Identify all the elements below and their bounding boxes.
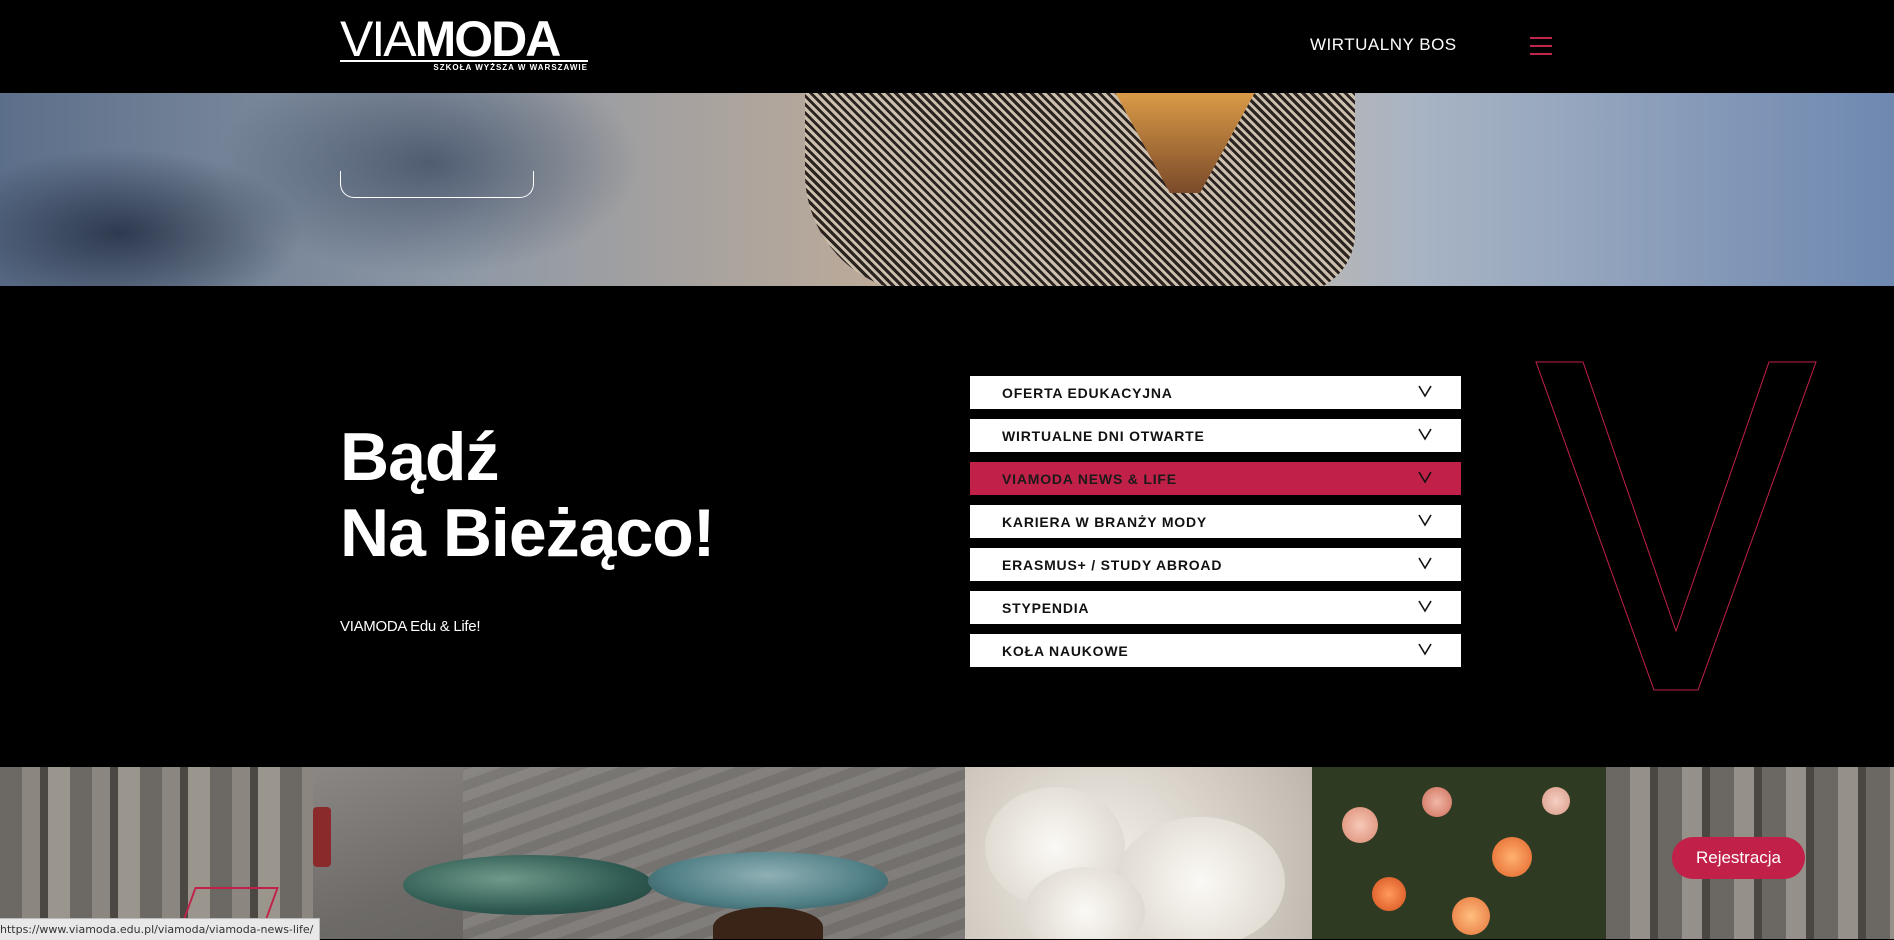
logo-wordmark: VIAMODA: [340, 11, 562, 67]
rose-flower: [1492, 837, 1532, 877]
photo-roses[interactable]: [1312, 767, 1606, 939]
logo-moda: MODA: [414, 11, 562, 67]
rose-flower: [1542, 787, 1570, 815]
nav-wirtualny-bos-link[interactable]: WIRTUALNY BOS: [1310, 35, 1457, 55]
accordion-item-label: VIAMODA NEWS & LIFE: [1002, 471, 1177, 487]
section-heading: Bądź Na Bieżąco!: [340, 419, 715, 571]
accordion-item-label: WIRTUALNE DNI OTWARTE: [1002, 428, 1205, 444]
accordion-item-kariera-w-branzy-mody[interactable]: KARIERA W BRANŻY MODY: [970, 505, 1461, 538]
chevron-down-icon: [1418, 385, 1432, 398]
photo-hats-models[interactable]: [313, 767, 965, 939]
site-header: VIAMODA SZKOŁA WYŻSZA W WARSZAWIE WIRTUA…: [0, 0, 1894, 93]
heading-line-2: Na Bieżąco!: [340, 495, 715, 571]
topics-accordion: OFERTA EDUKACYJNA WIRTUALNE DNI OTWARTE …: [970, 376, 1461, 677]
viamoda-logo[interactable]: VIAMODA SZKOŁA WYŻSZA W WARSZAWIE: [340, 14, 590, 76]
chevron-down-icon: [1418, 600, 1432, 613]
accordion-item-erasmus-study-abroad[interactable]: ERASMUS+ / STUDY ABROAD: [970, 548, 1461, 581]
accordion-item-label: STYPENDIA: [1002, 600, 1090, 616]
accordion-item-label: OFERTA EDUKACYJNA: [1002, 385, 1173, 401]
accordion-item-stypendia[interactable]: STYPENDIA: [970, 591, 1461, 624]
accordion-item-kola-naukowe[interactable]: KOŁA NAUKOWE: [970, 634, 1461, 667]
heading-line-1: Bądź: [340, 419, 499, 495]
rose-flower: [1372, 877, 1406, 911]
photo-concrete-pillars-left[interactable]: [0, 767, 313, 939]
section-subtitle: VIAMODA Edu & Life!: [340, 618, 481, 635]
photo-gallery-strip: [0, 767, 1894, 939]
accordion-item-oferta-edukacyjna[interactable]: OFERTA EDUKACYJNA: [970, 376, 1461, 409]
photo-model-face: [713, 907, 823, 939]
photo-floral-hat-1: [403, 855, 653, 915]
chevron-down-icon: [1418, 557, 1432, 570]
rose-flower: [1422, 787, 1452, 817]
accordion-item-label: KOŁA NAUKOWE: [1002, 643, 1129, 659]
accordion-item-label: KARIERA W BRANŻY MODY: [1002, 514, 1208, 530]
accordion-item-wirtualne-dni-otwarte[interactable]: WIRTUALNE DNI OTWARTE: [970, 419, 1461, 452]
news-section: Bądź Na Bieżąco! VIAMODA Edu & Life! OFE…: [0, 286, 1894, 767]
chevron-down-icon: [1418, 643, 1432, 656]
photo-floral-hat-2: [648, 852, 888, 910]
browser-status-url: https://www.viamoda.edu.pl/viamoda/viamo…: [0, 918, 321, 940]
logo-underline: [340, 60, 588, 62]
photo-white-fabric[interactable]: [965, 767, 1312, 939]
accordion-item-label: ERASMUS+ / STUDY ABROAD: [1002, 557, 1223, 573]
photo-red-object: [313, 807, 331, 867]
accordion-item-viamoda-news-life[interactable]: VIAMODA NEWS & LIFE: [970, 462, 1461, 495]
hero-image: [0, 93, 1894, 286]
rose-flower: [1342, 807, 1378, 843]
chevron-down-icon: [1418, 428, 1432, 441]
houndstooth-coat-photo: [805, 93, 1355, 286]
logo-via: VIA: [340, 11, 417, 67]
registration-button[interactable]: Rejestracja: [1672, 837, 1805, 879]
chevron-down-icon: [1418, 514, 1432, 527]
rose-flower: [1452, 897, 1490, 935]
hero-button-outline[interactable]: [340, 171, 534, 198]
logo-subtitle: SZKOŁA WYŻSZA W WARSZAWIE: [433, 63, 588, 72]
decorative-v-outline: [1535, 361, 1817, 691]
chevron-down-icon: [1418, 471, 1432, 484]
hamburger-menu-icon[interactable]: [1530, 35, 1552, 57]
